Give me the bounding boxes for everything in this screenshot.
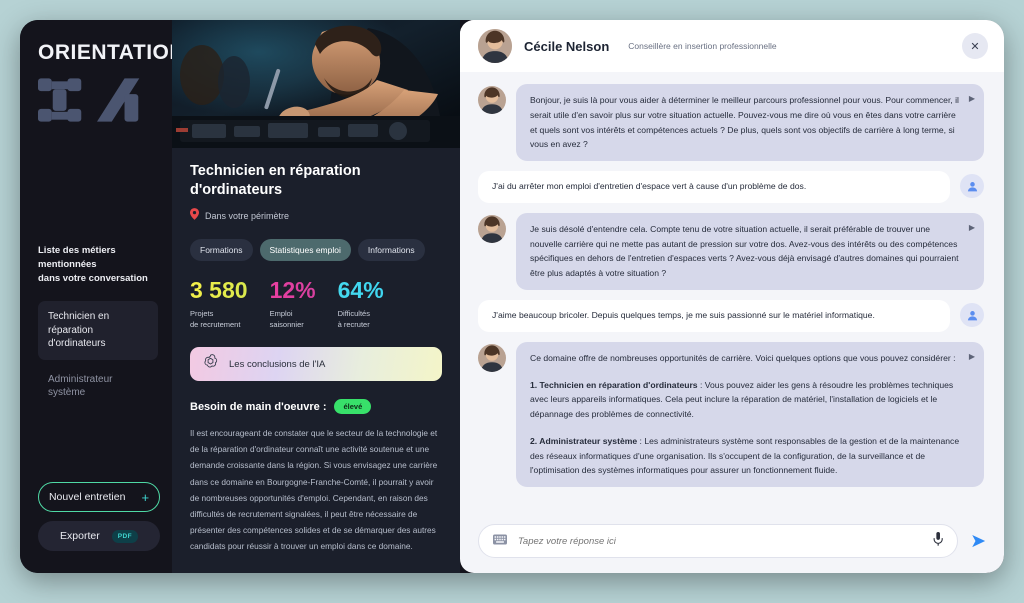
advisor-avatar-icon [478, 214, 506, 243]
message-bot: Je suis désolé d'entendre cela. Compte t… [478, 212, 984, 290]
workforce-need-label: Besoin de main d'oeuvre : [190, 400, 327, 413]
advisor-role: Conseillère en insertion professionnelle [628, 41, 777, 51]
message-item-1-title: 1. Technicien en réparation d'ordinateur… [530, 379, 698, 390]
message-user: J'ai du arrêter mon emploi d'entretien d… [478, 171, 984, 203]
job-list: Technicien en réparation d'ordinateurs A… [38, 301, 158, 413]
message-bubble: Ce domaine offre de nombreuses opportuni… [516, 341, 984, 488]
sidebar-item-technicien[interactable]: Technicien en réparation d'ordinateurs [38, 301, 158, 360]
app-window: ORIENTATION Liste des métiers mentionnée… [20, 20, 1004, 573]
message-item-1: 1. Technicien en réparation d'ordinateur… [530, 378, 962, 422]
message-bubble: Je suis désolé d'entendre cela. Compte t… [516, 212, 984, 290]
stat-value: 64% [337, 277, 384, 304]
advisor-avatar-icon [478, 86, 506, 114]
stat-difficultes-recruter: 64% Difficultés à recruter [338, 279, 384, 330]
stat-value: 12% [269, 277, 316, 304]
status-badge: élevé [334, 399, 372, 415]
export-label: Exporter [60, 530, 100, 542]
sidebar: ORIENTATION Liste des métiers mentionnée… [20, 20, 186, 573]
sidebar-actions: Nouvel entretien + Exporter PDF [38, 482, 160, 551]
export-button[interactable]: Exporter PDF [38, 521, 160, 551]
message-user: J'aime beaucoup bricoler. Depuis quelque… [478, 300, 984, 332]
advisor-name: Cécile Nelson [524, 38, 610, 54]
chat-input-bar: ➤ [460, 517, 1004, 573]
brand-wordmark: ORIENTATION [38, 41, 186, 64]
message-bot: Ce domaine offre de nombreuses opportuni… [478, 341, 984, 488]
message-bubble: J'aime beaucoup bricoler. Depuis quelque… [478, 300, 950, 332]
message-bubble: J'ai du arrêter mon emploi d'entretien d… [478, 171, 950, 203]
sidebar-heading: Liste des métiers mentionnées dans votre… [38, 245, 148, 284]
stat-label: Emploi saisonnier [269, 309, 304, 329]
send-arrow-icon[interactable]: ➤ [970, 532, 986, 551]
keyboard-icon[interactable] [493, 532, 507, 550]
stat-value: 3 580 [190, 277, 248, 304]
message-item-2-title: 2. Administrateur système [530, 435, 638, 446]
microphone-icon[interactable] [933, 531, 943, 551]
play-audio-icon[interactable]: ▶ [969, 350, 975, 364]
hero-image [172, 20, 460, 148]
close-icon[interactable]: ✕ [962, 33, 988, 59]
tab-statistiques-emploi[interactable]: Statistiques emploi [259, 239, 351, 262]
ia-logo-icon [38, 76, 158, 126]
message-input-box[interactable] [478, 524, 959, 558]
user-avatar-icon [960, 303, 984, 327]
message-bubble: Bonjour, je suis là pour vous aider à dé… [516, 84, 984, 162]
chat-header: Cécile Nelson Conseillère en insertion p… [460, 20, 1004, 72]
ai-banner-label: Les conclusions de l'IA [229, 358, 326, 370]
play-audio-icon[interactable]: ▶ [969, 221, 975, 235]
location-text: Dans votre périmètre [205, 211, 290, 222]
advisor-avatar-icon [478, 343, 506, 372]
chat-panel: Cécile Nelson Conseillère en insertion p… [460, 20, 1004, 573]
message-item-2: 2. Administrateur système : Les administ… [530, 434, 962, 478]
message-input[interactable] [518, 535, 923, 547]
job-detail-panel: Technicien en réparation d'ordinateurs D… [172, 20, 460, 573]
page-title: Technicien en réparation d'ordinateurs [190, 163, 361, 198]
message-list: Bonjour, je suis là pour vous aider à dé… [460, 72, 1004, 517]
sidebar-item-administrateur[interactable]: Administrateur système [38, 364, 158, 409]
new-interview-button[interactable]: Nouvel entretien + [38, 482, 160, 512]
stat-label: Projets de recrutement [190, 309, 241, 329]
message-bot: Bonjour, je suis là pour vous aider à dé… [478, 84, 984, 162]
stat-label: Difficultés à recruter [337, 309, 370, 329]
message-intro: Ce domaine offre de nombreuses opportuni… [530, 352, 956, 363]
workforce-need-body: Il est encourageant de constater que le … [190, 428, 438, 552]
stats-row: 3 580 Projets de recrutement 12% Emploi … [190, 279, 442, 330]
message-text: Je suis désolé d'entendre cela. Compte t… [530, 223, 959, 279]
play-audio-icon[interactable]: ▶ [969, 92, 975, 106]
tabs: Formations Statistiques emploi Informati… [190, 239, 442, 262]
pdf-badge: PDF [111, 529, 138, 543]
ai-conclusions-banner[interactable]: Les conclusions de l'IA [190, 347, 442, 382]
stat-projets-recrutement: 3 580 Projets de recrutement [190, 279, 248, 330]
workforce-need-row: Besoin de main d'oeuvre : élevé [190, 399, 442, 415]
tab-formations[interactable]: Formations [190, 239, 253, 262]
map-pin-icon [190, 207, 199, 225]
job-detail-body: Technicien en réparation d'ordinateurs D… [172, 148, 460, 573]
tab-informations[interactable]: Informations [357, 239, 425, 262]
message-text: Bonjour, je suis là pour vous aider à dé… [530, 95, 959, 150]
stat-emploi-saisonnier: 12% Emploi saisonnier [270, 279, 316, 330]
new-interview-label: Nouvel entretien [48, 491, 126, 503]
plus-icon: + [141, 489, 150, 505]
openai-logo-icon [202, 353, 219, 375]
user-avatar-icon [960, 174, 984, 199]
advisor-avatar-icon [478, 29, 512, 63]
location-row: Dans votre périmètre [190, 207, 442, 225]
